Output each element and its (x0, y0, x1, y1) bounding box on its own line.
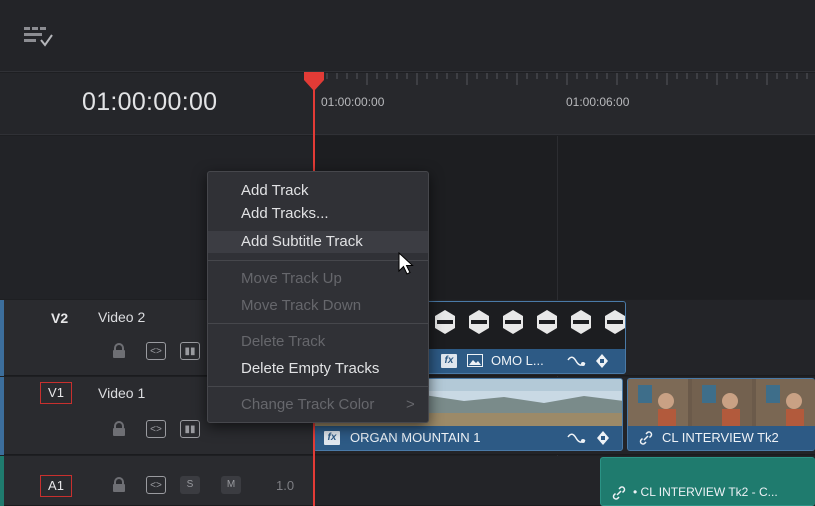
menu-item-add-track[interactable]: Add Track (208, 180, 428, 202)
logo-thumbnail-strip (435, 310, 625, 334)
playhead-handle-icon[interactable] (303, 72, 325, 92)
track-name[interactable]: Video 2 (98, 309, 145, 325)
track-id[interactable]: A1 (40, 475, 72, 497)
track-id[interactable]: V1 (40, 382, 72, 404)
menu-item-add-tracks[interactable]: Add Tracks... (208, 203, 428, 225)
mouse-cursor-icon (398, 252, 414, 275)
mute-button[interactable]: M (221, 476, 241, 494)
menu-item-move-track-up[interactable]: Move Track Up (208, 268, 428, 290)
clip-thumbnails (628, 379, 815, 427)
curve-icon[interactable] (567, 431, 587, 445)
clip-label-bar: fx OMO L... (425, 349, 625, 373)
interview-thumbnail-strip (628, 379, 815, 427)
track-color-bar (0, 300, 4, 376)
fx-icon: fx (324, 431, 340, 445)
menu-item-move-track-down[interactable]: Move Track Down (208, 295, 428, 317)
keyframe-icon[interactable] (596, 430, 610, 446)
clip-label-bar: CL INTERVIEW Tk2 (628, 426, 815, 450)
current-timecode[interactable]: 01:00:00:00 (82, 88, 217, 117)
menu-separator (208, 323, 428, 324)
menu-item-add-subtitle-track[interactable]: Add Subtitle Track (208, 231, 428, 253)
clip-thumbnails (425, 302, 625, 350)
track-enable-icon[interactable]: ▮▮ (180, 420, 200, 438)
video-clip-cl-interview[interactable]: CL INTERVIEW Tk2 (627, 378, 815, 451)
clip-label-bar: fx ORGAN MOUNTAIN 1 (314, 426, 622, 450)
track-context-menu: Add Track Add Tracks... Add Subtitle Tra… (207, 171, 429, 423)
auto-select-icon[interactable]: <> (146, 342, 166, 360)
menu-item-delete-track[interactable]: Delete Track (208, 331, 428, 353)
menu-separator (208, 260, 428, 261)
clip-name: OMO L... (491, 353, 544, 368)
track-volume: 1.0 (276, 478, 295, 493)
ruler-mark: 01:00:00:00 (321, 95, 385, 109)
lock-icon[interactable] (112, 343, 126, 359)
timeline-ruler[interactable] (313, 73, 815, 135)
clip-name: ORGAN MOUNTAIN 1 (350, 430, 481, 445)
fx-icon: fx (441, 354, 457, 368)
track-enable-icon[interactable]: ▮▮ (180, 342, 200, 360)
track-name[interactable]: Video 1 (98, 385, 145, 401)
audio-clip-cl-interview[interactable]: • CL INTERVIEW Tk2 - C... (600, 457, 815, 506)
menu-separator (208, 386, 428, 387)
auto-select-icon[interactable]: <> (146, 476, 166, 494)
curve-icon[interactable] (567, 354, 587, 368)
clip-name: CL INTERVIEW Tk2 (662, 430, 779, 445)
menu-item-change-track-color[interactable]: Change Track Color > (208, 394, 428, 416)
timeline-view-options-icon[interactable] (24, 26, 54, 48)
track-id: V2 (51, 310, 69, 326)
menu-item-label: Change Track Color (241, 396, 375, 413)
track-header-a1[interactable]: A1 <> S M 1.0 (0, 456, 313, 506)
auto-select-icon[interactable]: <> (146, 420, 166, 438)
link-icon (612, 486, 626, 500)
ruler-mark: 01:00:06:00 (566, 95, 630, 109)
lock-icon[interactable] (112, 421, 126, 437)
submenu-chevron-icon: > (406, 396, 415, 413)
lock-icon[interactable] (112, 477, 126, 493)
track-color-bar (0, 456, 4, 506)
timeline-toolbar (0, 0, 815, 72)
clip-name: • CL INTERVIEW Tk2 - C... (633, 485, 778, 499)
menu-item-delete-empty-tracks[interactable]: Delete Empty Tracks (208, 358, 428, 380)
video-clip-omo[interactable]: fx OMO L... (424, 301, 626, 374)
track-color-bar (0, 377, 4, 455)
ruler-ticks (316, 73, 808, 85)
solo-button[interactable]: S (180, 476, 200, 494)
link-icon (639, 431, 653, 445)
keyframe-icon[interactable] (595, 353, 609, 369)
image-icon (467, 354, 483, 367)
